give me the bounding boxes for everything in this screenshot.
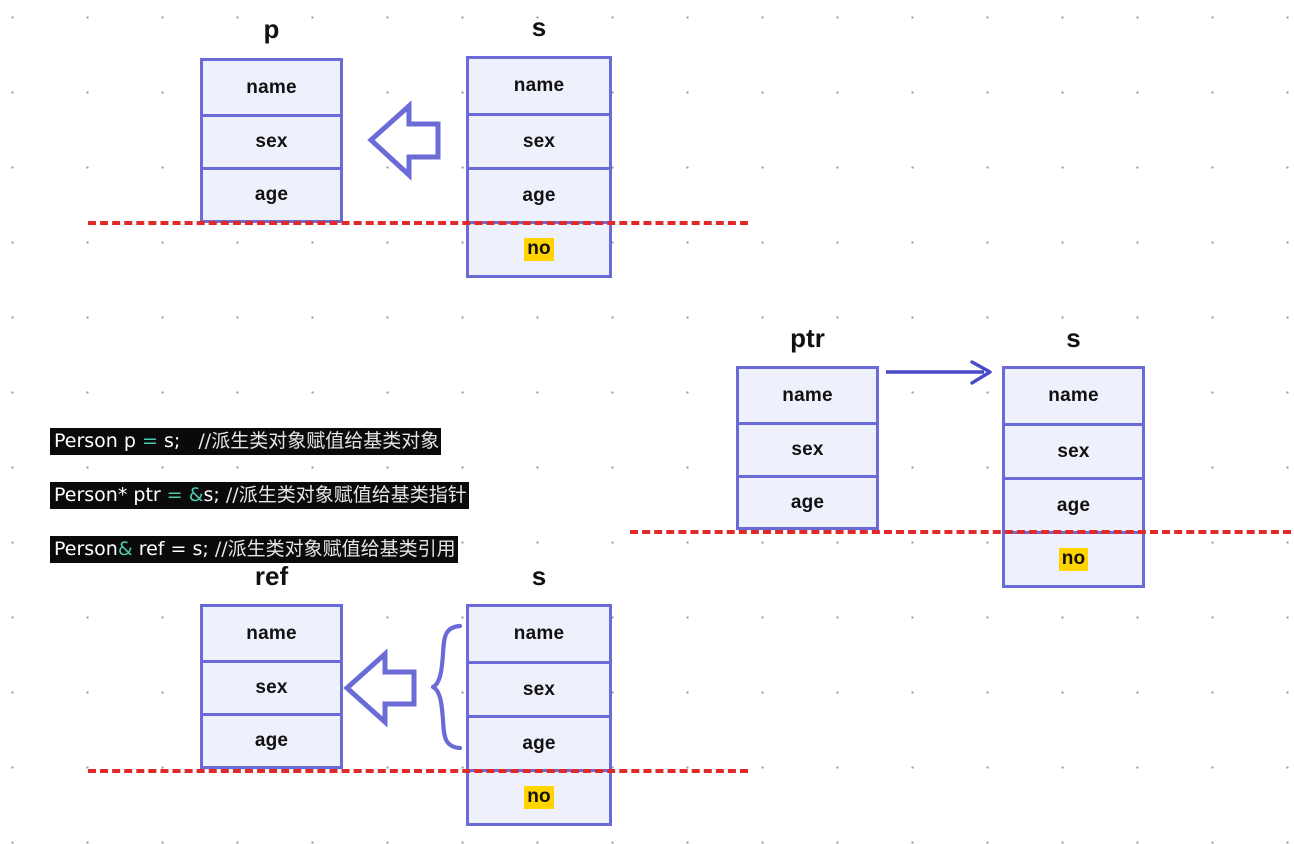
code-gap	[180, 430, 198, 452]
highlighted-field-label: no	[1058, 548, 1089, 571]
field-row-highlighted: no	[1005, 531, 1142, 585]
code-decl: Person* ptr	[54, 484, 167, 506]
pointer-arrow-head-icon	[970, 360, 992, 385]
field-row: name	[513, 75, 565, 96]
field-row: age	[469, 167, 609, 221]
field-row: name	[513, 623, 565, 644]
field-row: sex	[469, 661, 609, 715]
struct-box-ref: name sex age	[200, 604, 343, 769]
field-row: age	[469, 715, 609, 769]
code-rhs: ref = s;	[138, 538, 209, 560]
code-decl: Person p	[54, 430, 142, 452]
code-comment: //派生类对象赋值给基类对象	[198, 430, 440, 452]
code-decl: Person	[54, 538, 118, 560]
hollow-left-arrow-icon	[367, 100, 441, 181]
field-row: sex	[203, 660, 340, 713]
variable-label-s-2: s	[1066, 323, 1081, 353]
highlighted-field-label: no	[524, 238, 554, 261]
slicing-divider-line-1	[88, 221, 748, 225]
field-row: name	[246, 76, 297, 98]
struct-box-s-2: name sex age no	[1002, 366, 1145, 588]
struct-box-p: name sex age	[200, 58, 343, 223]
field-row-highlighted: no	[469, 769, 609, 823]
code-snippet: Person p = s; //派生类对象赋值给基类对象 Person* ptr…	[50, 401, 469, 617]
hollow-left-arrow-icon	[343, 648, 417, 728]
field-row: name	[782, 384, 833, 406]
variable-label-ptr: ptr	[790, 323, 825, 353]
field-row: age	[739, 475, 876, 528]
curly-brace-icon	[430, 623, 463, 751]
field-row: age	[203, 167, 340, 220]
code-line-3: Person& ref = s; //派生类对象赋值给基类引用	[50, 536, 469, 563]
code-operator: = &	[166, 484, 204, 506]
variable-label-s-1: s	[531, 12, 547, 42]
slicing-divider-line-3	[88, 769, 748, 773]
code-line-2: Person* ptr = &s; //派生类对象赋值给基类指针	[50, 482, 469, 509]
field-row: sex	[1005, 423, 1142, 477]
code-operator: &	[117, 538, 139, 560]
code-comment: //派生类对象赋值给基类指针	[225, 484, 467, 506]
code-rhs: s;	[163, 430, 181, 452]
field-row: age	[203, 713, 340, 766]
code-line-1: Person p = s; //派生类对象赋值给基类对象	[50, 428, 469, 455]
field-row: sex	[469, 113, 609, 167]
struct-box-s-3: name sex age no	[466, 604, 612, 826]
field-row: name	[1048, 385, 1099, 406]
diagram-canvas: p name sex age s name sex age no ptr nam…	[0, 0, 1294, 844]
highlighted-field-label: no	[524, 786, 554, 809]
struct-box-s-1: name sex age no	[466, 56, 612, 278]
variable-label-s-3: s	[531, 561, 547, 591]
struct-box-ptr: name sex age	[736, 366, 879, 530]
code-operator: =	[142, 430, 164, 452]
field-row: sex	[203, 114, 340, 167]
variable-label-p: p	[263, 14, 280, 44]
code-comment: //派生类对象赋值给基类引用	[214, 538, 456, 560]
field-row-highlighted: no	[469, 221, 609, 275]
code-rhs: s;	[203, 484, 220, 506]
slicing-divider-line-2	[630, 530, 1291, 534]
field-row: sex	[739, 422, 876, 475]
field-row: age	[1005, 477, 1142, 531]
